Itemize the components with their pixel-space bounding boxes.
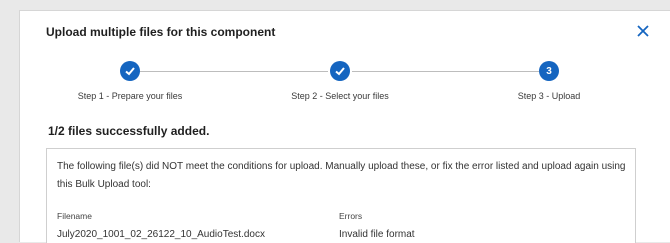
error-panel: The following file(s) did NOT meet the c…: [46, 148, 636, 243]
check-icon: [125, 67, 135, 76]
close-button[interactable]: [633, 21, 653, 41]
filename-column-header: Filename: [57, 211, 92, 221]
step-1-indicator: [120, 61, 140, 81]
step-2-label: Step 2 - Select your files: [291, 91, 389, 101]
step-3-number: 3: [546, 65, 552, 77]
close-icon[interactable]: [633, 21, 653, 41]
step-3-indicator: 3: [539, 61, 559, 81]
failed-file-name: July2020_1001_02_26122_10_AudioTest.docx: [57, 229, 265, 240]
upload-stepper: 3 Step 1 - Prepare your files Step 2 - S…: [20, 59, 670, 109]
step-connector: [352, 71, 539, 72]
upload-summary: 1/2 files successfully added.: [48, 124, 210, 138]
step-1-label: Step 1 - Prepare your files: [77, 91, 183, 101]
step-2-indicator: [330, 61, 350, 81]
failed-file-error: Invalid file format: [339, 229, 415, 240]
upload-dialog: Upload multiple files for this component…: [19, 10, 670, 243]
dialog-title: Upload multiple files for this component: [46, 25, 276, 39]
error-message: The following file(s) did NOT meet the c…: [57, 161, 626, 190]
check-icon: [335, 67, 345, 76]
errors-column-header: Errors: [339, 211, 363, 221]
step-3-label: Step 3 - Upload: [517, 91, 581, 101]
step-connector: [132, 71, 328, 72]
